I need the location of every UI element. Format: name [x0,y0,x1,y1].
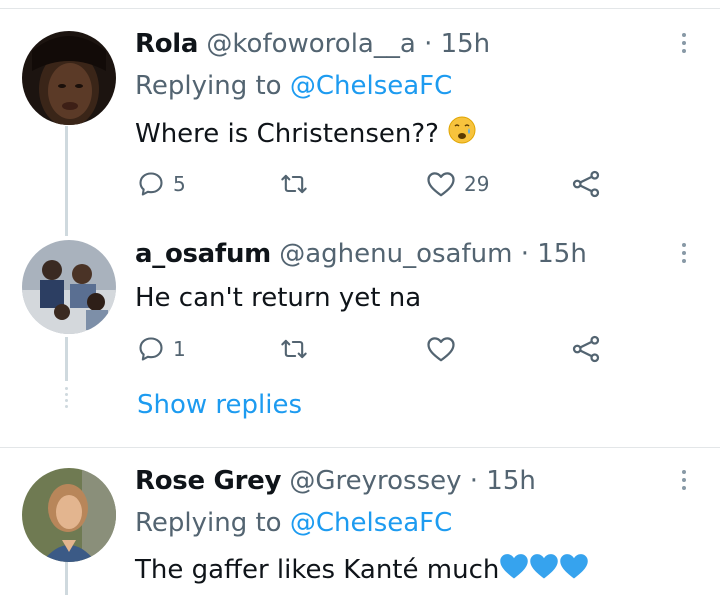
tweet-time[interactable]: · 15h [424,29,490,59]
reply-count: 1 [173,337,186,361]
section-divider [0,447,720,448]
tweet-text-content: Where is Christensen?? [135,119,439,149]
tweet-time[interactable]: · 15h [521,239,587,269]
more-icon[interactable] [676,243,692,267]
replying-to: Replying to @ChelseaFC [135,506,452,540]
author-name[interactable]: Rose Grey [135,466,281,496]
like-count: 29 [464,172,490,196]
reply-icon [139,337,163,361]
share-button[interactable] [571,335,601,363]
top-divider [0,8,720,9]
thread-line [65,562,68,595]
tweet-header: Rola @kofoworola__a · 15h [135,27,490,61]
avatar-rose-grey[interactable] [22,468,116,562]
replying-label: Replying to [135,71,282,101]
author-handle[interactable]: @Greyrossey [289,466,461,496]
author-handle[interactable]: @kofoworola__a [206,29,415,59]
avatar-a-osafum[interactable] [22,240,116,334]
thread-continuation [65,387,68,411]
thread-line [65,337,68,381]
tweet-text: The gaffer likes Kanté much [135,552,589,589]
like-icon [427,172,455,197]
retweet-icon [281,339,307,359]
tweet-header: a_osafum @aghenu_osafum · 15h [135,237,587,271]
more-icon[interactable] [676,470,692,494]
share-icon [572,170,600,198]
like-button[interactable] [426,335,464,363]
tweet-text: Where is Christensen?? [135,115,477,154]
thread-line [65,126,68,236]
retweet-button[interactable] [280,171,316,197]
tweet-text: He can't return yet na [135,281,421,315]
tweet-text-content: He can't return yet na [135,283,422,313]
avatar-rola[interactable] [22,31,116,125]
reply-count: 5 [173,172,186,196]
retweet-button[interactable] [280,336,316,362]
replying-handle[interactable]: @ChelseaFC [290,508,452,538]
tweet-time[interactable]: · 15h [470,466,536,496]
replying-to: Replying to @ChelseaFC [135,69,452,103]
tweet-text-content: The gaffer likes Kanté much [135,555,500,585]
blue-heart-emoji [529,552,559,589]
replying-handle[interactable]: @ChelseaFC [290,71,452,101]
share-icon [572,335,600,363]
replying-label: Replying to [135,508,282,538]
reply-button[interactable]: 5 [137,170,186,198]
share-button[interactable] [571,170,601,198]
blue-heart-emoji [559,552,589,589]
author-name[interactable]: a_osafum [135,239,271,269]
like-icon [427,337,455,362]
crying-face-emoji [447,115,477,154]
like-button[interactable]: 29 [426,170,489,198]
author-handle[interactable]: @aghenu_osafum [279,239,512,269]
more-icon[interactable] [676,33,692,57]
reply-icon [139,172,163,196]
retweet-icon [281,174,307,194]
reply-button[interactable]: 1 [137,335,186,363]
show-replies-link[interactable]: Show replies [137,388,302,422]
tweet-header: Rose Grey @Greyrossey · 15h [135,464,536,498]
author-name[interactable]: Rola [135,29,198,59]
blue-heart-emoji [499,552,529,589]
